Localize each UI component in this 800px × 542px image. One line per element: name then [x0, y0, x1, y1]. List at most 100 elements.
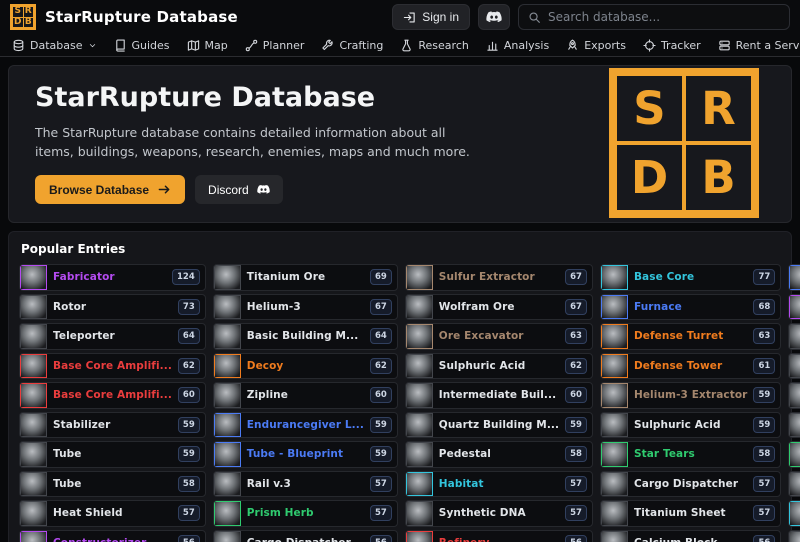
entry-count-badge: 69 [370, 269, 392, 285]
entry-row[interactable]: Assembler65 [788, 294, 800, 321]
entry-row[interactable]: Titanium Sheet57 [600, 500, 781, 527]
entry-row[interactable]: Refinery56 [405, 530, 593, 542]
entry-row[interactable]: Titanium Ore69 [213, 264, 398, 291]
entry-row[interactable]: Quartz Building M...59 [405, 412, 593, 439]
nav-item-rent-a-server[interactable]: Rent a Server [718, 39, 800, 52]
entry-row[interactable]: Star Tears58 [788, 441, 800, 468]
hero-discord-button[interactable]: Discord [195, 175, 283, 204]
entry-thumbnail [20, 501, 47, 526]
entry-count-badge: 59 [753, 387, 775, 403]
entry-count-badge: 56 [178, 535, 200, 542]
entry-row[interactable]: Ore Excavator63 [405, 323, 593, 350]
entry-row[interactable]: Furnace68 [600, 294, 781, 321]
entry-thumbnail [214, 531, 241, 542]
entry-row[interactable]: Rotor61 [788, 353, 800, 380]
nav-item-analysis[interactable]: Analysis [486, 39, 549, 52]
browse-database-button[interactable]: Browse Database [35, 175, 185, 204]
sign-in-label: Sign in [422, 10, 459, 24]
nav-item-research[interactable]: Research [400, 39, 468, 52]
entry-count-badge: 57 [370, 476, 392, 492]
sign-in-icon [403, 11, 416, 24]
entry-row[interactable]: Endurancegiver L...59 [213, 412, 398, 439]
entry-thumbnail [406, 354, 433, 379]
discord-button[interactable] [478, 4, 510, 30]
entry-row[interactable]: Tube59 [19, 441, 206, 468]
entry-name: Star Tears [628, 448, 754, 460]
entry-name: Wolfram Ore [433, 301, 565, 313]
entry-thumbnail [789, 472, 800, 497]
entry-row[interactable]: Rotor73 [19, 294, 206, 321]
entry-row[interactable]: Constructorizer56 [19, 530, 206, 542]
entry-row[interactable]: Cargo Dispatcher56 [213, 530, 398, 542]
entry-row[interactable]: Tube58 [19, 471, 206, 498]
entry-count-badge: 60 [178, 387, 200, 403]
popular-entries-section: Popular Entries Fabricator124Rotor73Tele… [8, 231, 792, 542]
entry-count-badge: 59 [753, 417, 775, 433]
entry-row[interactable]: Helium-367 [213, 294, 398, 321]
entry-row[interactable]: Titanium Bar59 [788, 412, 800, 439]
server-icon [718, 39, 731, 52]
nav-item-label: Research [418, 39, 468, 52]
entry-thumbnail [601, 354, 628, 379]
nav-item-exports[interactable]: Exports [566, 39, 626, 52]
entry-row[interactable]: Intermediate Buil...60 [405, 382, 593, 409]
entry-row[interactable]: Base Core Amplifi...62 [19, 353, 206, 380]
entry-row[interactable]: Calcium Block56 [600, 530, 781, 542]
entry-row[interactable]: Base Core56 [788, 500, 800, 527]
nav-item-map[interactable]: Map [187, 39, 228, 52]
entry-row[interactable]: Rotor - Blueprint76 [788, 264, 800, 291]
entry-count-badge: 61 [753, 358, 775, 374]
entry-row[interactable]: Base Core77 [600, 264, 781, 291]
entry-row[interactable]: Zipline57 [788, 471, 800, 498]
entry-row[interactable]: Decoy62 [213, 353, 398, 380]
entry-row[interactable]: Helium-3 Extractor59 [600, 382, 781, 409]
entry-name: Base Core Amplifi... [47, 389, 178, 401]
entry-row[interactable]: Defense Tower61 [600, 353, 781, 380]
entry-row[interactable]: Defense Turret63 [600, 323, 781, 350]
entry-row[interactable]: Fabricator124 [19, 264, 206, 291]
entry-count-badge: 63 [753, 328, 775, 344]
site-logo[interactable]: S R D B [10, 4, 36, 30]
entry-row[interactable]: Pedestal58 [405, 441, 593, 468]
entry-count-badge: 56 [370, 535, 392, 542]
entry-row[interactable]: Calcium Powder56 [788, 530, 800, 542]
entry-row[interactable]: Base Core Amplifi...60 [19, 382, 206, 409]
nav-item-label: Exports [584, 39, 626, 52]
entry-row[interactable]: Synthetic DNA57 [405, 500, 593, 527]
entry-row[interactable]: Sulphuric Acid62 [405, 353, 593, 380]
entry-thumbnail [214, 383, 241, 408]
entry-name: Sulfur Extractor [433, 271, 565, 283]
nav-item-tracker[interactable]: Tracker [643, 39, 701, 52]
nav-item-database[interactable]: Database [12, 39, 97, 52]
entry-row[interactable]: Stabilizer59 [19, 412, 206, 439]
discord-icon [486, 11, 502, 23]
entry-count-badge: 57 [178, 505, 200, 521]
search-input[interactable] [548, 10, 780, 24]
entry-row[interactable]: Basic Building M...64 [213, 323, 398, 350]
entry-row[interactable]: Habitat57 [405, 471, 593, 498]
nav-item-label: Analysis [504, 39, 549, 52]
entry-count-badge: 67 [565, 299, 587, 315]
entry-row[interactable]: Star Tears58 [600, 441, 781, 468]
entry-row[interactable]: Tube - Blueprint59 [213, 441, 398, 468]
entry-row[interactable]: Zipline60 [213, 382, 398, 409]
nav-item-planner[interactable]: Planner [245, 39, 305, 52]
entry-row[interactable]: Cargo Dispatcher57 [600, 471, 781, 498]
entry-row[interactable]: Rail v.357 [213, 471, 398, 498]
entry-row[interactable]: Prism Herb57 [213, 500, 398, 527]
entry-row[interactable]: Sulfur Extractor67 [405, 264, 593, 291]
entry-row[interactable]: Calcium Ore59 [788, 382, 800, 409]
entry-count-badge: 67 [370, 299, 392, 315]
entry-row[interactable]: Wolfram Ore67 [405, 294, 593, 321]
entry-row[interactable]: Heat Shield57 [19, 500, 206, 527]
nav-item-crafting[interactable]: Crafting [321, 39, 383, 52]
entry-row[interactable]: Teleporter64 [19, 323, 206, 350]
sign-in-button[interactable]: Sign in [392, 4, 470, 30]
entry-row[interactable]: Sulphur Ore63 [788, 323, 800, 350]
entry-row[interactable]: Sulphuric Acid59 [600, 412, 781, 439]
hero-title: StarRupture Database [35, 82, 485, 113]
entry-thumbnail [601, 265, 628, 290]
chevron-down-icon [88, 41, 97, 50]
entry-name: Intermediate Buil... [433, 389, 565, 401]
nav-item-guides[interactable]: Guides [114, 39, 170, 52]
